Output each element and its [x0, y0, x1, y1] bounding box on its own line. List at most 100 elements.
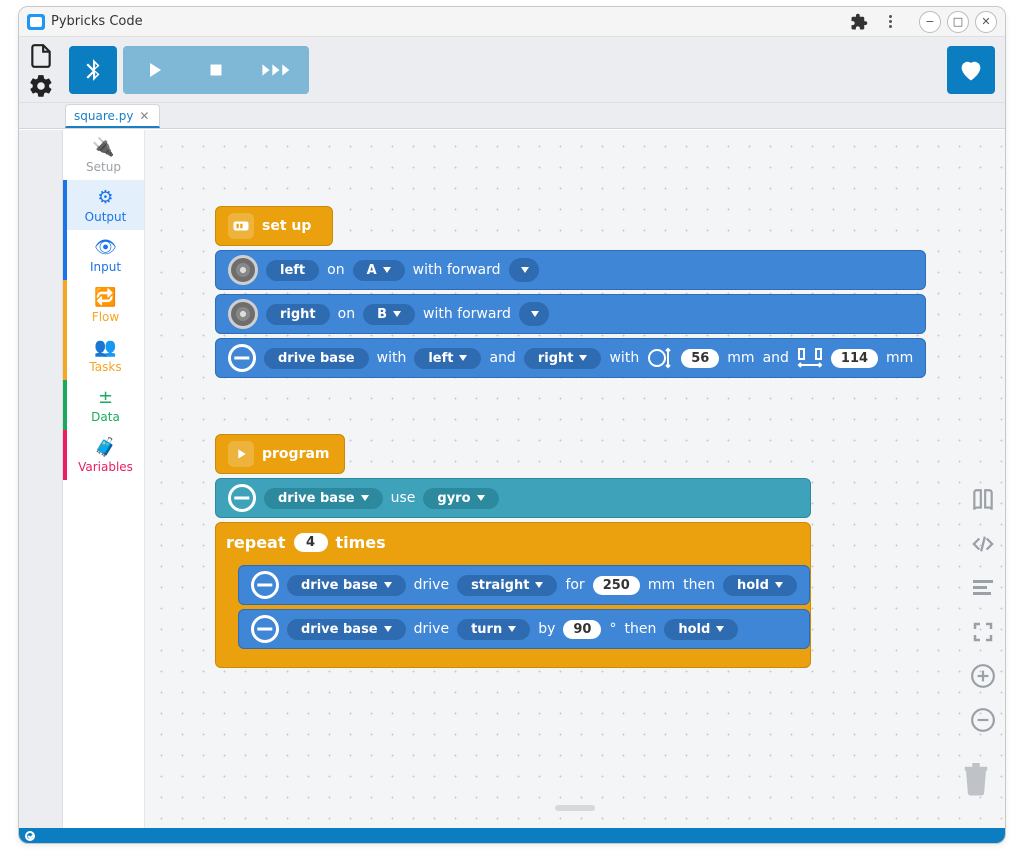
palette-label: Output: [85, 210, 127, 224]
stop-mode-dropdown[interactable]: hold: [723, 575, 797, 596]
motor-name-pill[interactable]: right: [266, 304, 330, 325]
palette-variables[interactable]: 🧳 Variables: [63, 430, 144, 480]
bluetooth-button[interactable]: [69, 46, 117, 94]
palette-label: Data: [91, 410, 120, 424]
fast-forward-button[interactable]: [247, 46, 309, 94]
distance-input[interactable]: 250: [593, 576, 640, 595]
drive-turn-block[interactable]: drive base drive turn by 90 ° then hold: [238, 609, 810, 649]
motor-icon: [228, 255, 258, 285]
play-icon: [228, 441, 254, 467]
run-button[interactable]: [123, 46, 185, 94]
axle-track-input[interactable]: 114: [831, 349, 878, 368]
repeat-block[interactable]: repeat 4 times drive base drive straight…: [215, 522, 811, 668]
palette-output[interactable]: ⚙ Output: [63, 180, 144, 230]
label: drive: [414, 577, 449, 593]
label: for: [565, 577, 584, 593]
hub-icon: [228, 213, 254, 239]
unit-label: °: [609, 621, 616, 637]
panel-drag-handle[interactable]: [555, 805, 595, 811]
gear-icon: ⚙: [97, 187, 113, 208]
repeat-count-input[interactable]: 4: [294, 533, 328, 552]
minimize-button[interactable]: −: [919, 11, 941, 33]
setup-stack[interactable]: set up left on A with forward right: [215, 206, 926, 382]
label: on: [327, 262, 344, 278]
target-dropdown[interactable]: drive base: [287, 619, 406, 640]
palette-input[interactable]: 👁 Input: [63, 230, 144, 280]
port-dropdown[interactable]: A: [353, 260, 405, 281]
palette-label: Setup: [86, 160, 121, 174]
maximize-button[interactable]: □: [947, 11, 969, 33]
angle-input[interactable]: 90: [563, 620, 601, 639]
use-gyro-block[interactable]: drive base use gyro: [215, 478, 811, 518]
left-motor-block[interactable]: left on A with forward: [215, 250, 926, 290]
briefcase-icon: 🧳: [94, 437, 116, 458]
left-motor-dropdown[interactable]: left: [414, 348, 481, 369]
window-title: Pybricks Code: [51, 14, 849, 29]
right-motor-dropdown[interactable]: right: [524, 348, 602, 369]
outline-button[interactable]: [969, 574, 997, 602]
direction-dropdown[interactable]: [509, 258, 539, 282]
app-icon: [27, 14, 45, 30]
port-dropdown[interactable]: B: [363, 304, 415, 325]
drive-straight-block[interactable]: drive base drive straight for 250 mm the…: [238, 565, 810, 605]
unit-label: mm: [727, 350, 754, 366]
label: with forward: [423, 306, 511, 322]
palette-label: Variables: [78, 460, 133, 474]
drivebase-block[interactable]: drive base with left and right with 56 m…: [215, 338, 926, 378]
titlebar: Pybricks Code − □ ✕: [19, 7, 1005, 37]
new-file-button[interactable]: [28, 43, 54, 69]
status-ok-icon: [25, 831, 35, 841]
close-button[interactable]: ✕: [975, 11, 997, 33]
palette-label: Tasks: [89, 360, 121, 374]
times-label: times: [336, 533, 386, 552]
program-hat-block[interactable]: program: [215, 434, 345, 474]
program-stack[interactable]: program drive base use gyro repeat 4 tim…: [215, 434, 811, 668]
people-icon: 👥: [94, 337, 116, 358]
stop-mode-dropdown[interactable]: hold: [664, 619, 738, 640]
target-dropdown[interactable]: drive base: [264, 488, 383, 509]
extension-icon[interactable]: [849, 12, 869, 32]
mode-dropdown[interactable]: gyro: [423, 488, 498, 509]
mode-dropdown[interactable]: turn: [457, 619, 530, 640]
axle-track-icon: [797, 346, 823, 370]
tab-close-button[interactable]: ✕: [139, 109, 149, 123]
mode-dropdown[interactable]: straight: [457, 575, 557, 596]
docs-button[interactable]: [969, 486, 997, 514]
drivebase-name[interactable]: drive base: [264, 348, 369, 369]
sponsor-button[interactable]: [947, 46, 995, 94]
target-dropdown[interactable]: drive base: [287, 575, 406, 596]
motor-icon: [228, 299, 258, 329]
run-toolbar: [123, 46, 309, 94]
palette-data[interactable]: ± Data: [63, 380, 144, 430]
steering-icon: [228, 484, 256, 512]
plug-icon: 🔌: [92, 137, 114, 158]
motor-name-pill[interactable]: left: [266, 260, 319, 281]
steering-icon: [251, 571, 279, 599]
wheel-diameter-input[interactable]: 56: [681, 349, 719, 368]
palette-setup[interactable]: 🔌 Setup: [63, 130, 144, 180]
right-motor-block[interactable]: right on B with forward: [215, 294, 926, 334]
label: drive: [414, 621, 449, 637]
zoom-out-button[interactable]: [969, 706, 997, 734]
code-view-button[interactable]: [969, 530, 997, 558]
setup-hat-block[interactable]: set up: [215, 206, 333, 246]
menu-button[interactable]: [881, 13, 899, 31]
trash-button[interactable]: [961, 760, 991, 796]
settings-button[interactable]: [28, 73, 54, 99]
label: use: [391, 490, 416, 506]
fullscreen-button[interactable]: [969, 618, 997, 646]
palette-tasks[interactable]: 👥 Tasks: [63, 330, 144, 380]
label: on: [338, 306, 355, 322]
block-canvas[interactable]: set up left on A with forward right: [145, 130, 1005, 828]
file-tab[interactable]: square.py ✕: [65, 104, 160, 128]
tab-bar: square.py ✕: [19, 103, 1005, 129]
repeat-label: repeat: [226, 533, 286, 552]
block-palette: 🔌 Setup ⚙ Output 👁 Input 🔁 Flow 👥 Tasks …: [63, 130, 145, 828]
label: then: [683, 577, 715, 593]
direction-dropdown[interactable]: [519, 302, 549, 326]
stop-button[interactable]: [185, 46, 247, 94]
palette-flow[interactable]: 🔁 Flow: [63, 280, 144, 330]
app-window: Pybricks Code − □ ✕: [18, 6, 1006, 844]
zoom-in-button[interactable]: [969, 662, 997, 690]
label: with: [609, 350, 639, 366]
